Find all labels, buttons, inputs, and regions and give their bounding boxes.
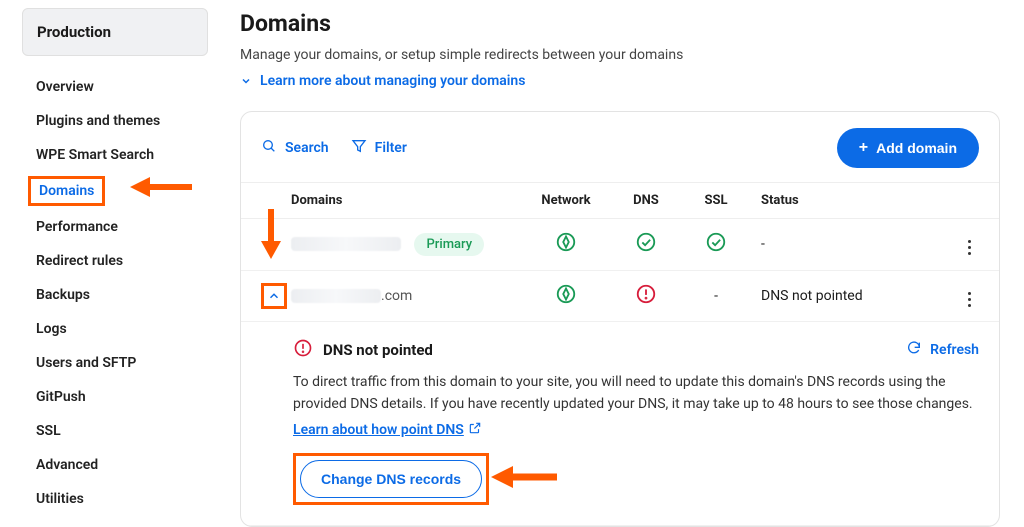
domains-card: Search Filter + Add domain Domains Netwo… [240,111,1000,527]
card-toolbar: Search Filter + Add domain [241,112,999,182]
status-cell: - [751,236,949,252]
main-content: Domains Manage your domains, or setup si… [212,0,1024,517]
learn-dns-label: Learn about how point DNS [293,422,464,438]
sidebar-item-plugins[interactable]: Plugins and themes [22,104,212,138]
dns-panel: DNS not pointed Refresh To direct traffi… [241,322,999,526]
annotation-arrow-icon [491,464,557,490]
sidebar-item-label: GitPush [36,389,86,405]
sidebar-item-performance[interactable]: Performance [22,210,212,244]
external-link-icon [468,421,482,439]
learn-more-link[interactable]: Learn more about managing your domains [240,73,1000,89]
sidebar-item-domains[interactable]: Domains [22,172,212,210]
domain-name-redacted [291,289,381,303]
network-ok-icon [555,283,577,305]
expand-row-button[interactable] [261,283,287,309]
sidebar-item-label: Logs [36,321,67,337]
sidebar-item-label: Performance [36,219,118,235]
change-dns-button[interactable]: Change DNS records [300,460,482,498]
refresh-button[interactable]: Refresh [906,340,979,360]
sidebar-nav: Overview Plugins and themes WPE Smart Se… [22,66,212,520]
sidebar-item-label: Plugins and themes [36,113,160,129]
domain-suffix: .com [381,288,412,304]
sidebar-item-gitpush[interactable]: GitPush [22,380,212,414]
sidebar-item-label: Backups [36,287,90,303]
network-ok-icon [555,231,577,253]
sidebar-header: Production [22,8,208,56]
sidebar-item-smart-search[interactable]: WPE Smart Search [22,138,212,172]
alert-icon [293,338,313,362]
sidebar-item-overview[interactable]: Overview [22,70,212,104]
panel-title: DNS not pointed [323,341,433,359]
sidebar-item-label: SSL [36,423,61,439]
primary-badge: Primary [414,233,484,256]
table-row: .com - DNS not pointed [241,271,999,323]
sidebar-item-users-sftp[interactable]: Users and SFTP [22,346,212,380]
change-dns-label: Change DNS records [321,471,461,487]
col-header-status: Status [751,193,949,208]
row-menu-button[interactable] [959,289,979,309]
sidebar-item-advanced[interactable]: Advanced [22,448,212,482]
domain-name-redacted [291,237,401,251]
sidebar: Production Overview Plugins and themes W… [0,0,212,517]
filter-icon [351,138,367,158]
table-header: Domains Network DNS SSL Status [241,182,999,219]
col-header-dns: DNS [611,193,681,208]
sidebar-item-backups[interactable]: Backups [22,278,212,312]
search-icon [261,138,277,158]
dns-warn-icon [635,283,657,305]
page-title: Domains [240,10,1000,37]
search-button[interactable]: Search [261,138,329,158]
learn-more-label: Learn more about managing your domains [260,73,525,89]
sidebar-item-label: Redirect rules [36,253,123,269]
table-row: Primary - [241,219,999,271]
sidebar-item-label: WPE Smart Search [36,147,154,163]
annotation-arrow-icon [130,175,192,199]
sidebar-item-redirect-rules[interactable]: Redirect rules [22,244,212,278]
ssl-ok-icon [705,231,727,253]
annotation-highlight: Domains [28,176,105,206]
sidebar-item-label: Domains [39,183,94,199]
panel-body-text: To direct traffic from this domain to yo… [293,372,979,415]
col-header-ssl: SSL [681,193,751,208]
chevron-down-icon [240,75,252,87]
search-label: Search [285,140,329,156]
ssl-cell: - [681,288,751,304]
col-header-domains: Domains [291,193,521,208]
refresh-icon [906,340,922,360]
row-menu-button[interactable] [959,238,979,258]
sidebar-item-label: Utilities [36,491,84,507]
sidebar-item-utilities[interactable]: Utilities [22,482,212,516]
status-cell: DNS not pointed [751,288,949,304]
plus-icon: + [859,140,868,156]
sidebar-item-label: Users and SFTP [36,355,136,371]
sidebar-item-ssl[interactable]: SSL [22,414,212,448]
filter-label: Filter [375,140,407,156]
sidebar-item-logs[interactable]: Logs [22,312,212,346]
page-subtitle: Manage your domains, or setup simple red… [240,47,1000,63]
refresh-label: Refresh [930,342,979,358]
sidebar-item-label: Overview [36,79,94,95]
col-header-network: Network [521,193,611,208]
annotation-highlight: Change DNS records [293,453,489,505]
add-domain-label: Add domain [876,140,957,156]
add-domain-button[interactable]: + Add domain [837,128,979,168]
dns-ok-icon [635,231,657,253]
filter-button[interactable]: Filter [351,138,407,158]
sidebar-item-label: Advanced [36,457,98,473]
learn-dns-link[interactable]: Learn about how point DNS [293,421,482,439]
